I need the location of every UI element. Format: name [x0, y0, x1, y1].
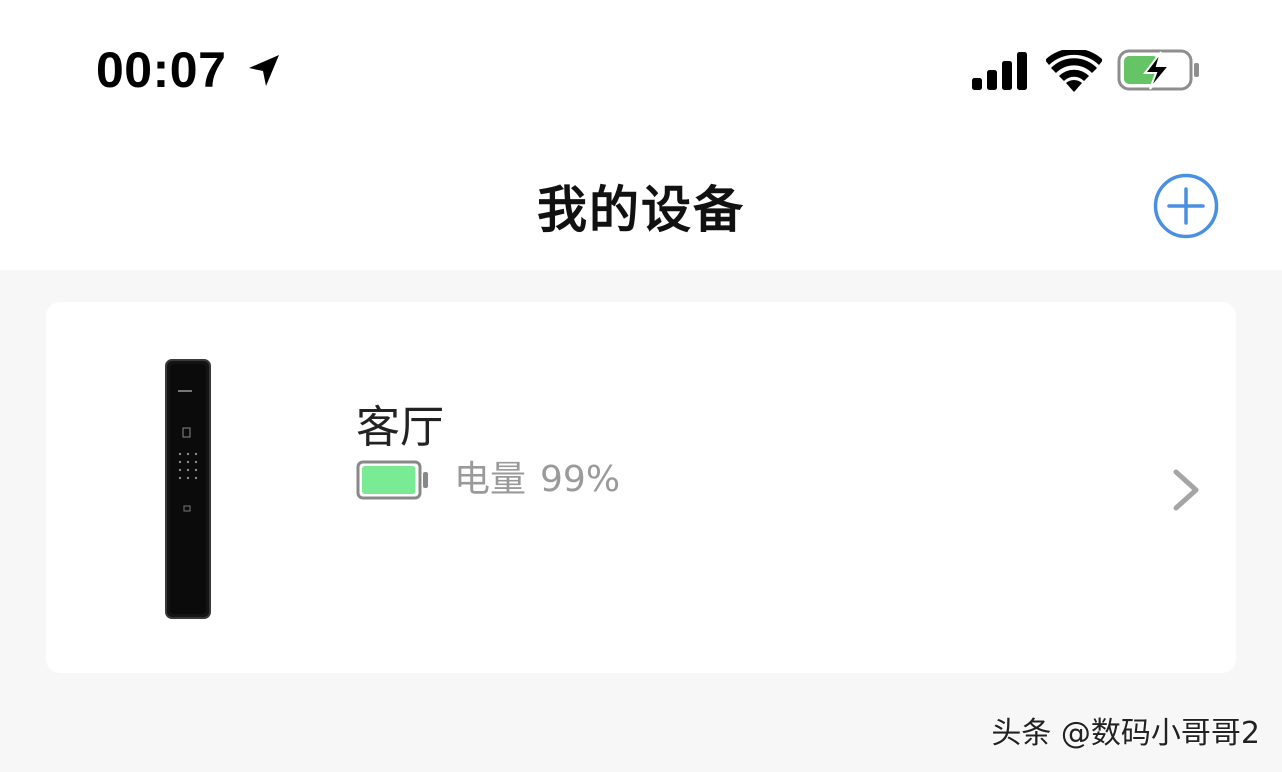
plus-circle-icon: [1153, 173, 1219, 239]
status-bar: 00:07: [0, 0, 1282, 140]
status-time: 00:07: [96, 42, 227, 98]
chevron-right-icon: [1173, 469, 1199, 511]
battery-status: 电量 99%: [356, 458, 620, 502]
wifi-icon: [1046, 50, 1102, 92]
watermark: 头条 @数码小哥哥2: [991, 716, 1260, 751]
header-area: 00:07 我的设备: [0, 0, 1282, 270]
page-title: 我的设备: [537, 181, 745, 239]
add-device-button[interactable]: [1152, 172, 1220, 240]
cellular-signal-icon: [972, 52, 1027, 90]
smart-door-lock-icon: [165, 359, 211, 619]
device-name: 客厅: [356, 402, 444, 453]
battery-value: 99%: [540, 459, 621, 500]
battery-charging-icon: [1117, 49, 1199, 91]
battery-label: 电量: [454, 459, 527, 500]
device-card[interactable]: 客厅 电量 99%: [46, 302, 1236, 673]
location-arrow-icon: [249, 55, 279, 86]
battery-level-icon: [356, 460, 428, 500]
